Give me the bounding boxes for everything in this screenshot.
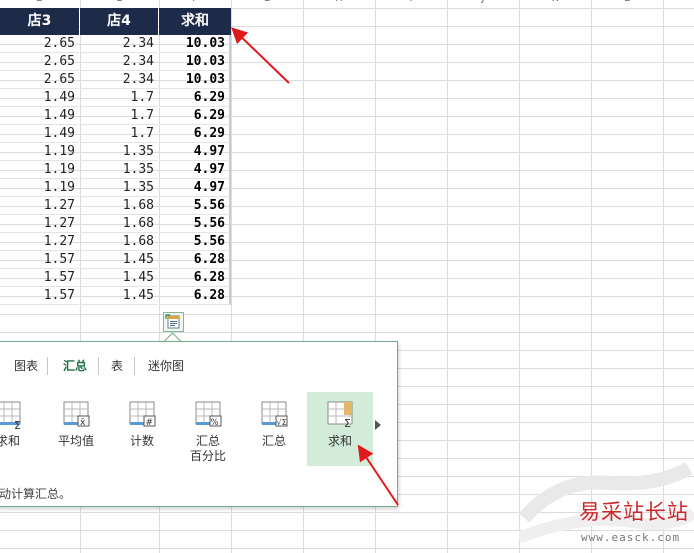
- watermark: 易采站长站 www.easck.com: [519, 458, 694, 553]
- watermark-url: www.easck.com: [581, 531, 681, 544]
- watermark-title: 易采站长站: [579, 500, 689, 524]
- arrow-to-sum-tile: [357, 444, 399, 506]
- spreadsheet-grid[interactable]: DEFGHIJKL 店3 店4 求和 2.652.3410.032.652.34…: [0, 0, 694, 553]
- arrow-to-sum-header: [231, 27, 290, 84]
